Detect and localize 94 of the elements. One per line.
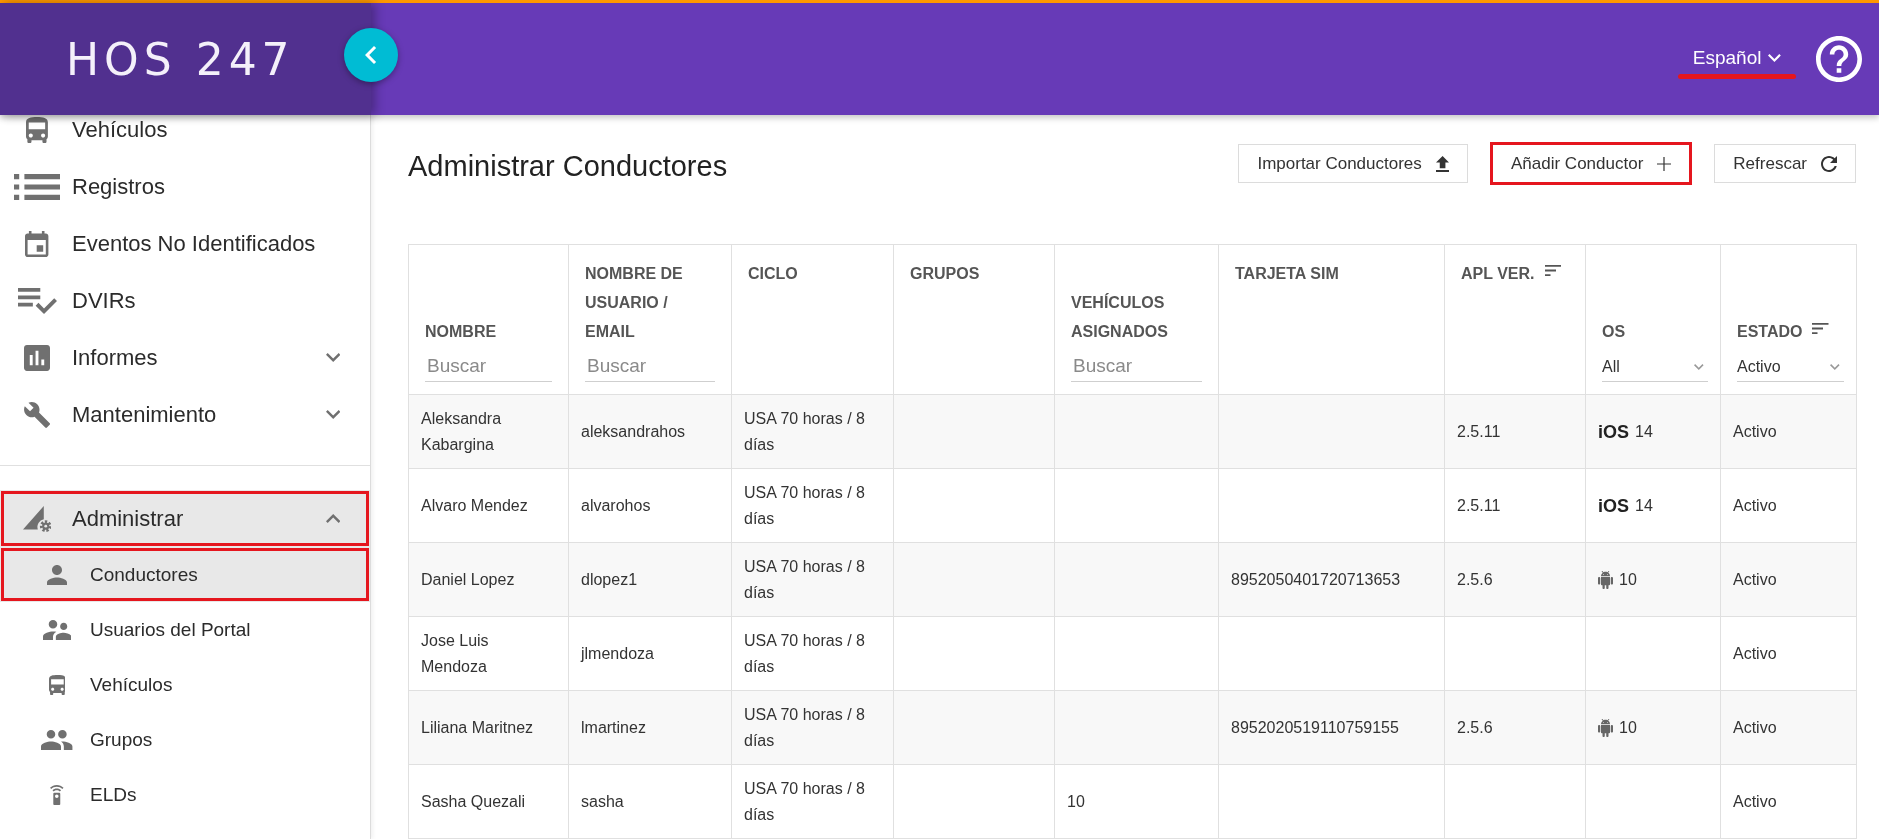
table-cell: USA 70 horas / 8 días <box>731 542 894 617</box>
table-cell: Alvaro Mendez <box>408 468 569 543</box>
table-cell: Daniel Lopez <box>408 542 569 617</box>
column-header: OS <box>1602 322 1626 342</box>
sidebar-item[interactable]: Informes <box>0 329 370 386</box>
search-field[interactable]: Buscar <box>1071 350 1202 382</box>
sidebar-item[interactable]: DVIRs <box>0 272 370 329</box>
page-title: Administrar Conductores <box>408 149 728 183</box>
column-header: NOMBRE DE USUARIO / EMAIL <box>585 264 684 342</box>
refresh-button[interactable]: Refrescar <box>1714 144 1856 183</box>
group-icon <box>41 729 73 750</box>
table-cell: USA 70 horas / 8 días <box>731 616 894 691</box>
table-cell: USA 70 horas / 8 días <box>731 690 894 765</box>
sidebar-item[interactable]: ELDs <box>0 767 370 822</box>
remote-icon <box>50 784 64 805</box>
bus-icon <box>48 674 66 695</box>
table-cell: lmartinez <box>568 690 732 765</box>
sort-icon[interactable] <box>1544 265 1561 276</box>
upload-icon <box>1435 155 1449 172</box>
os-name: iOS <box>1598 420 1629 444</box>
search-field[interactable]: Buscar <box>585 350 715 382</box>
table-cell: Activo <box>1720 690 1857 765</box>
filter-select[interactable]: All <box>1602 352 1708 382</box>
table-cell: jlmendoza <box>568 616 732 691</box>
os-name: iOS <box>1598 494 1629 518</box>
table-cell: 2.5.6 <box>1444 542 1586 617</box>
plus-icon <box>1657 156 1672 171</box>
checklist-icon <box>17 287 57 314</box>
table-cell: Activo <box>1720 764 1857 839</box>
table-cell: 2.5.6 <box>1444 690 1586 765</box>
sort-icon[interactable] <box>1812 323 1829 334</box>
chevron-down-icon <box>1830 363 1840 370</box>
android-icon <box>1598 718 1613 737</box>
column-header: GRUPOS <box>910 264 980 284</box>
person-icon <box>47 564 67 585</box>
table-cell: Activo <box>1720 616 1857 691</box>
table-cell: Activo <box>1720 394 1857 469</box>
table-cell: Activo <box>1720 468 1857 543</box>
wrench-icon <box>23 401 51 428</box>
table-cell: 2.5.11 <box>1444 468 1586 543</box>
sidebar-item[interactable]: Grupos <box>0 712 370 767</box>
os-version: 10 <box>1619 569 1637 590</box>
sidebar-item[interactable]: Vehículos <box>0 657 370 712</box>
table-cell: Aleksandra Kabargina <box>408 394 569 469</box>
sidebar-item[interactable]: Mantenimiento <box>0 386 370 443</box>
os-version: 14 <box>1635 495 1653 516</box>
table-cell: 10 <box>1054 764 1219 839</box>
table-cell: alvarohos <box>568 468 732 543</box>
column-header: VEHÍCULOS ASIGNADOS <box>1071 292 1169 342</box>
people-icon <box>42 619 72 640</box>
table-cell: 8952020519110759155 <box>1218 690 1445 765</box>
android-icon <box>1598 570 1613 589</box>
table-cell: 2.5.11 <box>1444 394 1586 469</box>
bar-chart-icon <box>24 344 50 371</box>
table-cell: dlopez1 <box>568 542 732 617</box>
column-header: CICLO <box>748 264 798 284</box>
collapse-button[interactable] <box>344 28 398 82</box>
chevron-down-icon <box>1768 54 1782 62</box>
sidebar-item[interactable]: Administrar <box>0 490 370 547</box>
sidebar-item[interactable]: Conductores <box>0 547 370 602</box>
table-cell: Liliana Maritnez <box>408 690 569 765</box>
table-cell: USA 70 horas / 8 días <box>731 468 894 543</box>
table-cell: USA 70 horas / 8 días <box>731 394 894 469</box>
column-header: TARJETA SIM <box>1235 264 1339 284</box>
os-version: 14 <box>1635 421 1653 442</box>
table-cell: aleksandrahos <box>568 394 732 469</box>
column-header: APL VER. <box>1461 264 1535 284</box>
search-field[interactable]: Buscar <box>425 350 552 382</box>
sidebar-item[interactable]: Registros <box>0 158 370 215</box>
sidebar-item[interactable]: Eventos No Identificados <box>0 215 370 272</box>
calendar-icon <box>25 230 49 257</box>
refresh-icon <box>1821 155 1837 172</box>
bus-icon <box>26 116 48 143</box>
column-header: ESTADO <box>1737 322 1803 342</box>
filter-select[interactable]: Activo <box>1737 352 1844 382</box>
help-icon[interactable] <box>1816 36 1862 82</box>
os-version: 10 <box>1619 717 1637 738</box>
sidebar-item[interactable]: Usuarios del Portal <box>0 602 370 657</box>
add-button[interactable]: Añadir Conductor <box>1490 142 1693 185</box>
chevron-left-icon <box>365 46 377 64</box>
table-cell: USA 70 horas / 8 días <box>731 764 894 839</box>
column-header: NOMBRE <box>425 322 497 342</box>
sidebar-item[interactable]: Vehículos <box>0 115 370 158</box>
table-cell: sasha <box>568 764 732 839</box>
import-button[interactable]: Importar Conductores <box>1238 144 1468 183</box>
logo: HOS 247 <box>66 33 295 85</box>
table-cell: Activo <box>1720 542 1857 617</box>
triangle-gear-icon <box>22 505 52 532</box>
chevron-down-icon <box>1694 363 1704 370</box>
table-cell: 8952050401720713653 <box>1218 542 1445 617</box>
table-cell: Jose Luis Mendoza <box>408 616 569 691</box>
language-selector[interactable]: Español <box>1688 45 1786 71</box>
table-cell: Sasha Quezali <box>408 764 569 839</box>
list-icon <box>13 173 61 200</box>
